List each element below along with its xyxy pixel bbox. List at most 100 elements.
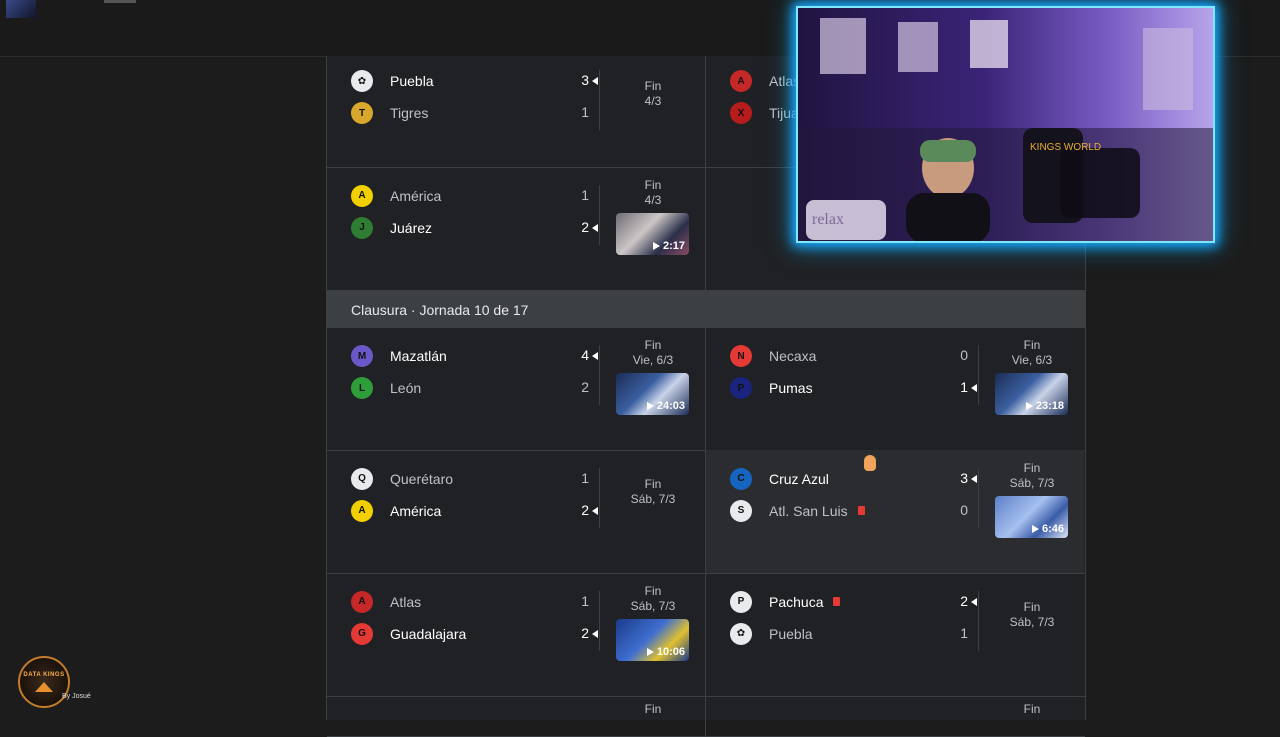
status-date: 4/3 (644, 192, 662, 207)
play-icon (652, 241, 660, 250)
team-row: A Atlas (730, 68, 800, 94)
team-row: N Necaxa (730, 343, 816, 369)
team-name: Juárez (390, 219, 433, 236)
team-name: Querétaro (390, 470, 454, 487)
team-row: T Tigres (351, 100, 428, 126)
section-header-label: Clausura · Jornada 10 de 17 (351, 302, 529, 318)
status-date: Vie, 6/3 (1011, 353, 1053, 367)
status-final: Fin (644, 177, 662, 192)
divider (599, 590, 600, 651)
team-name: América (390, 502, 442, 519)
video-highlight-thumbnail[interactable]: 24:03 (616, 373, 689, 415)
team-score: 1 (960, 379, 968, 395)
video-highlight-thumbnail[interactable]: 23:18 (995, 373, 1068, 415)
team-name: Guadalajara (390, 625, 467, 642)
team-name: América (390, 187, 442, 204)
match-card[interactable]: N Necaxa 0 P Pumas 1 Fin Vie, 6/3 23:18 (706, 328, 1084, 450)
divider (599, 184, 600, 245)
match-card[interactable]: C Cruz Azul 3 S Atl. San Luis 0 Fin Sáb, 7/3 6:4… (706, 450, 1084, 573)
match-card[interactable]: P Pachuca 2 ✿ Puebla 1 Fin Sáb, 7/3 (706, 573, 1084, 696)
team-name: Atlas (390, 593, 422, 610)
match-card[interactable]: Q Querétaro 1 A América 2 Fin Sáb, 7/3 (327, 450, 706, 573)
match-card[interactable]: Fin (327, 696, 706, 736)
team-logo-icon: ✿ (351, 70, 373, 92)
video-duration: 24:03 (646, 400, 685, 412)
team-row: L León (351, 375, 421, 401)
team-logo-icon: M (351, 345, 373, 367)
team-row: P Pachuca (730, 589, 841, 615)
status-final: Fin (1023, 599, 1041, 614)
status-date: Sáb, 7/3 (630, 598, 676, 613)
team-logo-icon: C (730, 467, 752, 490)
team-score: 1 (581, 469, 589, 486)
status-final: Fin (644, 338, 662, 352)
team-logo-icon: Q (351, 467, 373, 490)
team-logo-icon: L (351, 377, 373, 399)
team-score: 2 (581, 501, 589, 518)
winner-arrow-icon (592, 223, 598, 232)
team-name: León (390, 380, 422, 396)
team-name: Pachuca (769, 593, 824, 610)
team-row: J Juárez (351, 215, 432, 241)
match-status: Fin Sáb, 7/3 (980, 600, 1084, 630)
status-date: Vie, 6/3 (632, 353, 674, 367)
hand-cursor (864, 455, 876, 471)
team-logo-icon: P (730, 590, 752, 613)
team-score: 1 (581, 186, 589, 203)
winner-arrow-icon (971, 597, 977, 606)
team-row: A Atlas (351, 589, 421, 615)
red-card-icon (857, 506, 865, 515)
red-card-icon (833, 597, 841, 606)
video-highlight-thumbnail[interactable]: 2:17 (616, 212, 689, 255)
team-row: M Mazatlán (351, 343, 447, 369)
status-final: Fin (644, 476, 662, 491)
team-logo-icon: G (351, 622, 373, 645)
team-score: 2 (581, 218, 589, 235)
match-status: Fin Vie, 6/3 (601, 338, 705, 368)
team-row: A América (351, 498, 441, 524)
match-card[interactable]: A América 1 J Juárez 2 Fin 4/3 2:17 (327, 167, 706, 290)
status-final: Fin (644, 702, 662, 716)
status-final: Fin (1023, 460, 1041, 475)
duration-text: 6:46 (1041, 522, 1064, 535)
tab-indicator (104, 0, 136, 3)
team-row: ✿ Puebla (351, 68, 434, 94)
video-duration: 2:17 (652, 239, 685, 252)
winner-arrow-icon (592, 77, 598, 85)
match-status: Fin Sáb, 7/3 (601, 477, 705, 507)
match-row: Fin Fin (327, 696, 1085, 737)
team-score: 3 (581, 72, 589, 88)
team-logo-icon: A (351, 184, 373, 207)
video-highlight-thumbnail[interactable]: 6:46 (995, 495, 1068, 538)
team-logo-icon: N (730, 345, 752, 367)
team-row: Q Querétaro (351, 466, 453, 492)
duration-text: 2:17 (662, 239, 685, 252)
match-card[interactable]: Fin (706, 696, 1084, 736)
status-final: Fin (644, 583, 662, 598)
team-name: Tigres (390, 105, 429, 121)
match-status: Fin Vie, 6/3 (980, 338, 1084, 368)
match-status: Fin 4/3 (601, 178, 705, 208)
team-score: 1 (960, 624, 968, 641)
match-status: Fin (980, 702, 1084, 717)
match-row: M Mazatlán 4 L León 2 Fin Vie, 6/3 24:03 N Necaxa 0… (327, 328, 1085, 451)
team-logo-icon: X (730, 102, 752, 124)
team-name: Mazatlán (390, 348, 447, 364)
team-logo-icon: A (351, 590, 373, 613)
divider (978, 467, 979, 528)
team-name: Atl. San Luis (769, 502, 848, 519)
match-card[interactable]: M Mazatlán 4 L León 2 Fin Vie, 6/3 24:03 (327, 328, 706, 450)
divider (599, 70, 600, 130)
status-date: Sáb, 7/3 (1009, 614, 1055, 629)
match-card[interactable]: ✿ Puebla 3 T Tigres 1 Fin 4/3 (327, 56, 706, 167)
team-score: 2 (960, 592, 968, 609)
channel-credit: By Josué (62, 693, 91, 700)
winner-arrow-icon (971, 384, 977, 392)
team-score: 4 (581, 347, 589, 363)
match-status: Fin 4/3 (601, 79, 705, 109)
video-highlight-thumbnail[interactable]: 10:06 (616, 618, 689, 661)
team-name: Necaxa (769, 348, 817, 364)
match-card[interactable]: A Atlas 1 G Guadalajara 2 Fin Sáb, 7/3 10:06 (327, 573, 706, 696)
video-duration: 23:18 (1025, 400, 1064, 412)
divider (599, 345, 600, 405)
